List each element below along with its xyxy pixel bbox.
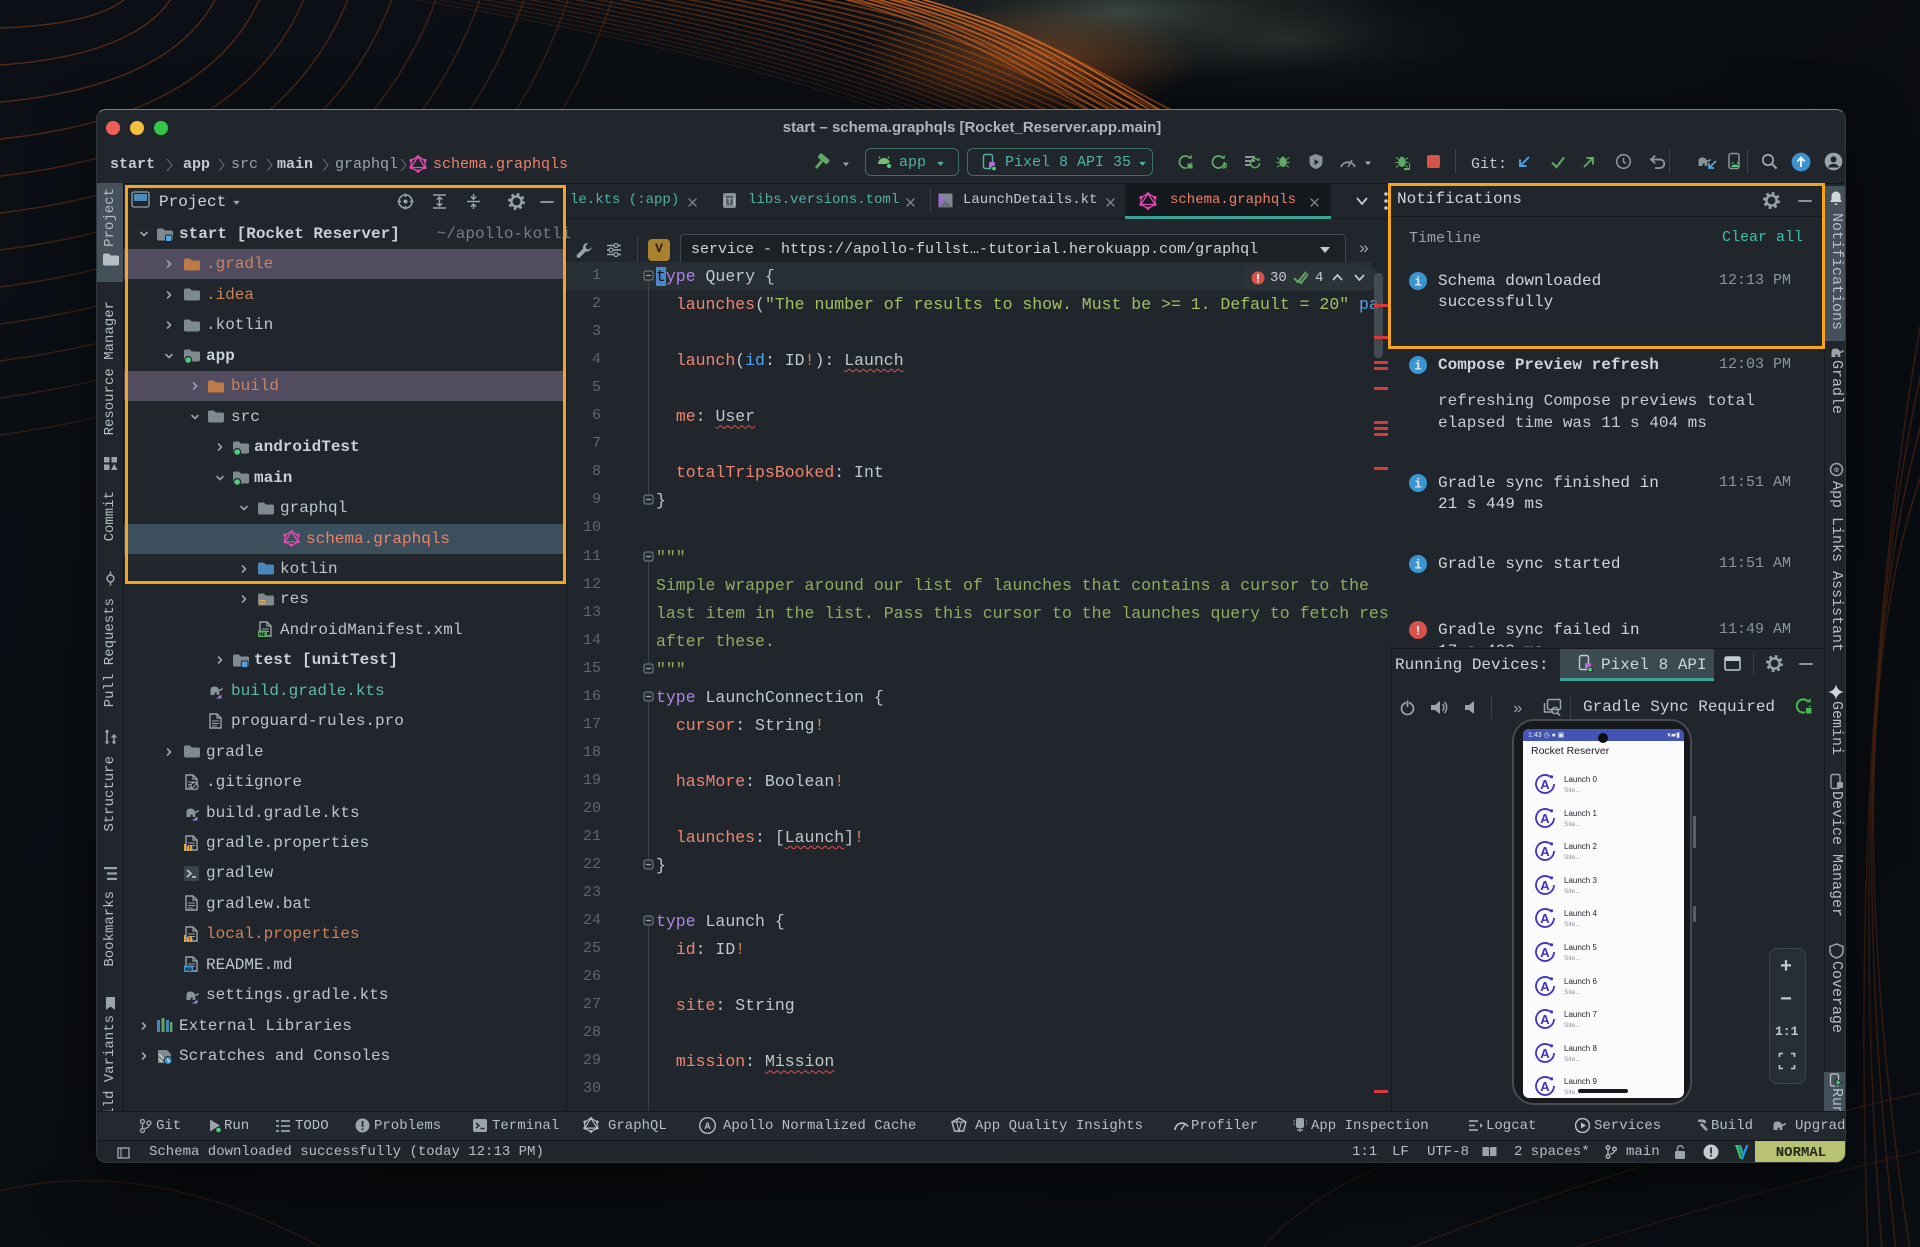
svg-text:A: A xyxy=(1540,1079,1550,1094)
svg-text:A: A xyxy=(1540,1012,1550,1027)
svg-text:MF: MF xyxy=(259,631,266,638)
svg-text:A: A xyxy=(704,1122,710,1133)
svg-text:MD: MD xyxy=(185,966,192,973)
svg-text:A: A xyxy=(1540,979,1550,994)
svg-text:A: A xyxy=(1540,878,1550,893)
svg-text:A: A xyxy=(1540,777,1550,792)
svg-text:A: A xyxy=(1540,1046,1550,1061)
svg-text:i: i xyxy=(1414,360,1422,374)
svg-text:⊕: ⊕ xyxy=(1834,466,1839,476)
svg-text:!: ! xyxy=(1414,625,1422,639)
svg-text:A: A xyxy=(1540,811,1550,826)
svg-text:A: A xyxy=(1540,945,1550,960)
svg-text:A: A xyxy=(1540,844,1550,859)
svg-text:A: A xyxy=(1540,911,1550,926)
svg-text:[T]: [T] xyxy=(723,199,736,207)
svg-text:i: i xyxy=(1414,559,1422,573)
svg-text:i: i xyxy=(1414,478,1422,492)
svg-text:A: A xyxy=(1223,162,1227,170)
